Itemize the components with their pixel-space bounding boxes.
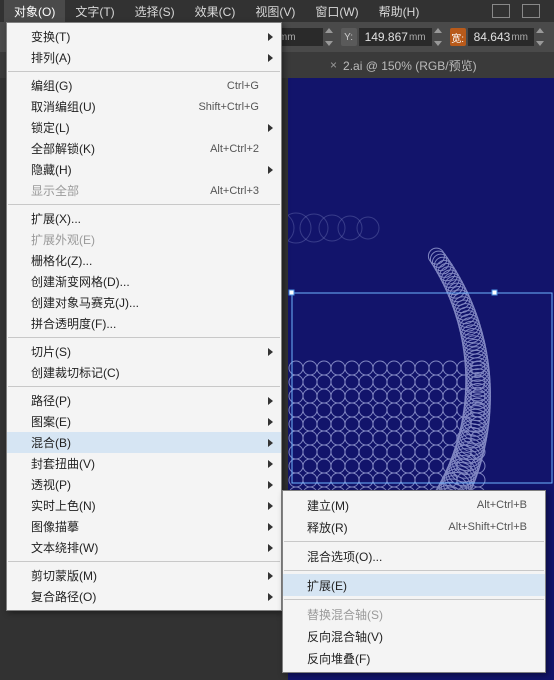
tab-title: 2.ai @ 150% (RGB/预览) [343,57,477,74]
submenu-item[interactable]: 释放(R) Alt+Shift+Ctrl+B [283,516,545,538]
menu-item[interactable]: 编组(G) Ctrl+G [7,75,281,96]
menu-item[interactable]: 取消编组(U) Shift+Ctrl+G [7,96,281,117]
y-spinner[interactable] [434,28,446,46]
menu-item[interactable]: 栅格化(Z)... [7,250,281,271]
menu-item-label: 实时上色(N) [31,497,96,514]
menu-item-label: 扩展(X)... [31,210,81,227]
menu-shortcut: Shift+Ctrl+G [198,101,259,113]
menu-effect[interactable]: 效果(C) [185,0,246,23]
menu-item[interactable]: 混合(B) [7,432,281,453]
menu-item[interactable]: 透视(P) [7,474,281,495]
menu-item[interactable]: 图案(E) [7,411,281,432]
menubar: 对象(O) 文字(T) 选择(S) 效果(C) 视图(V) 窗口(W) 帮助(H… [0,0,554,22]
menu-shortcut: Ctrl+G [227,80,259,92]
menu-item-label: 全部解锁(K) [31,140,95,157]
submenu-shortcut: Alt+Shift+Ctrl+B [448,521,527,533]
w-field[interactable]: 宽: 84.643mm [450,28,548,46]
menu-item[interactable]: 文本绕排(W) [7,537,281,558]
menu-item-label: 剪切蒙版(M) [31,567,97,584]
menu-item-label: 路径(P) [31,392,71,409]
menu-item-label: 复合路径(O) [31,588,96,605]
menu-item-label: 编组(G) [31,77,72,94]
layout-icon[interactable] [492,4,510,18]
menu-item-label: 创建渐变网格(D)... [31,273,130,290]
menu-object[interactable]: 对象(O) [4,0,65,23]
selection-handle [492,290,497,295]
submenu-item-label: 混合选项(O)... [307,548,382,565]
menu-item-label: 透视(P) [31,476,71,493]
menu-help[interactable]: 帮助(H) [369,0,430,23]
submenu-item-label: 反向堆叠(F) [307,650,370,667]
menu-item-label: 扩展外观(E) [31,231,95,248]
submenu-item[interactable]: 扩展(E) [283,574,545,596]
menu-item-label: 栅格化(Z)... [31,252,92,269]
object-menu-dropdown: 变换(T) 排列(A) 编组(G) Ctrl+G 取消编组(U) Shift+Ctrl+G… [6,22,282,611]
menu-item-label: 锁定(L) [31,119,70,136]
menu-item-label: 排列(A) [31,49,71,66]
y-label-icon: Y: [341,28,357,46]
menu-item: 显示全部 Alt+Ctrl+3 [7,180,281,201]
document-tab[interactable]: × 2.ai @ 150% (RGB/预览) [320,52,487,78]
submenu-item-label: 反向混合轴(V) [307,628,383,645]
menu-item-label: 封套扭曲(V) [31,455,95,472]
menu-item-label: 创建对象马赛克(J)... [31,294,139,311]
w-value[interactable]: 84.643mm [468,28,534,46]
menu-item[interactable]: 实时上色(N) [7,495,281,516]
menu-item[interactable]: 拼合透明度(F)... [7,313,281,334]
menu-item[interactable]: 创建对象马赛克(J)... [7,292,281,313]
submenu-item-label: 扩展(E) [307,577,347,594]
submenu-item: 替换混合轴(S) [283,603,545,625]
menu-select[interactable]: 选择(S) [125,0,185,23]
menu-item[interactable]: 变换(T) [7,26,281,47]
menu-item-label: 隐藏(H) [31,161,72,178]
menu-item-label: 显示全部 [31,182,79,199]
menu-item-label: 取消编组(U) [31,98,96,115]
menu-item[interactable]: 扩展(X)... [7,208,281,229]
menu-shortcut: Alt+Ctrl+3 [210,185,259,197]
menu-item[interactable]: 图像描摹 [7,516,281,537]
menu-item[interactable]: 锁定(L) [7,117,281,138]
menu-item[interactable]: 复合路径(O) [7,586,281,607]
x-spinner[interactable] [325,28,337,46]
menu-item[interactable]: 剪切蒙版(M) [7,565,281,586]
menu-view[interactable]: 视图(V) [245,0,305,23]
submenu-item[interactable]: 反向混合轴(V) [283,625,545,647]
menu-item-label: 文本绕排(W) [31,539,98,556]
menu-window[interactable]: 窗口(W) [305,0,368,23]
menubar-tool-icons [492,4,550,18]
menu-item-label: 图像描摹 [31,518,79,535]
y-value[interactable]: 149.867mm [359,28,432,46]
menu-item-label: 切片(S) [31,343,71,360]
workspace-icon[interactable] [522,4,540,18]
y-field[interactable]: Y: 149.867mm [341,28,446,46]
menu-item-label: 图案(E) [31,413,71,430]
blend-submenu: 建立(M) Alt+Ctrl+B 释放(R) Alt+Shift+Ctrl+B 混合选项… [282,490,546,673]
menu-item-label: 拼合透明度(F)... [31,315,116,332]
menu-item-label: 创建裁切标记(C) [31,364,120,381]
close-icon[interactable]: × [330,58,337,72]
submenu-item-label: 建立(M) [307,497,349,514]
submenu-item[interactable]: 混合选项(O)... [283,545,545,567]
selection-handle [289,290,294,295]
submenu-item-label: 替换混合轴(S) [307,606,383,623]
menu-item[interactable]: 路径(P) [7,390,281,411]
menu-item[interactable]: 创建渐变网格(D)... [7,271,281,292]
submenu-item-label: 释放(R) [307,519,348,536]
submenu-item[interactable]: 反向堆叠(F) [283,647,545,669]
submenu-item[interactable]: 建立(M) Alt+Ctrl+B [283,494,545,516]
menu-item-label: 混合(B) [31,434,71,451]
menu-item-label: 变换(T) [31,28,70,45]
menu-item[interactable]: 排列(A) [7,47,281,68]
menu-item[interactable]: 全部解锁(K) Alt+Ctrl+2 [7,138,281,159]
w-label-icon: 宽: [450,28,466,46]
w-spinner[interactable] [536,28,548,46]
menu-item[interactable]: 隐藏(H) [7,159,281,180]
menu-type[interactable]: 文字(T) [65,0,124,23]
menu-item: 扩展外观(E) [7,229,281,250]
submenu-shortcut: Alt+Ctrl+B [477,499,527,511]
menu-item[interactable]: 创建裁切标记(C) [7,362,281,383]
menu-item[interactable]: 切片(S) [7,341,281,362]
menu-shortcut: Alt+Ctrl+2 [210,143,259,155]
menu-item[interactable]: 封套扭曲(V) [7,453,281,474]
